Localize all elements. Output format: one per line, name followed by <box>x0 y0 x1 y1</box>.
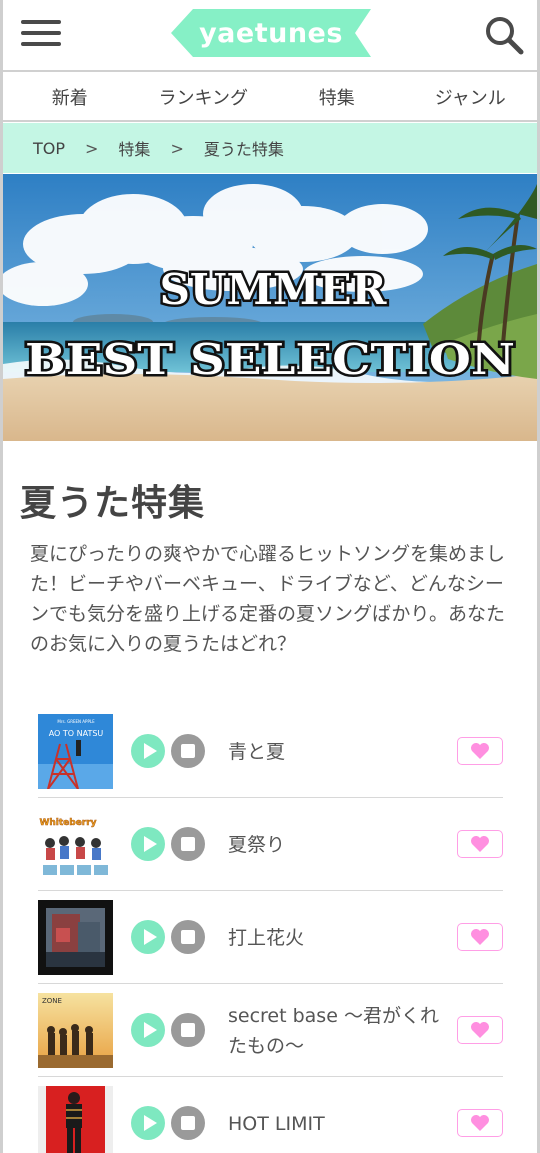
song-row: Whiteberry 夏祭り <box>38 798 503 891</box>
nav-item-feature[interactable]: 特集 <box>270 84 404 110</box>
category-nav: 新着 ランキング 特集 ジャンル <box>3 74 537 122</box>
breadcrumb-feature[interactable]: 特集 <box>118 136 150 160</box>
site-logo[interactable]: yaetunes <box>171 9 371 57</box>
hero-banner: SUMMER BEST SELECTION <box>3 174 537 441</box>
logo-text: yaetunes <box>199 17 343 49</box>
play-button[interactable] <box>131 827 165 861</box>
song-row: HOT LIMIT <box>38 1077 503 1153</box>
song-row: 打上花火 <box>38 891 503 984</box>
favorite-button[interactable] <box>457 737 503 765</box>
breadcrumb: TOP > 特集 > 夏うた特集 <box>3 123 537 173</box>
stop-button[interactable] <box>171 920 205 954</box>
site-header: yaetunes <box>3 0 537 72</box>
heart-icon <box>471 929 489 945</box>
album-jacket[interactable]: Whiteberry <box>38 807 113 882</box>
nav-item-ranking[interactable]: ランキング <box>137 84 271 110</box>
favorite-button[interactable] <box>457 1016 503 1044</box>
song-title[interactable]: 打上花火 <box>228 891 448 984</box>
favorite-button[interactable] <box>457 923 503 951</box>
page-title: 夏うた特集 <box>20 483 206 524</box>
album-jacket[interactable]: ZONE <box>38 993 113 1068</box>
song-title[interactable]: secret base ～君がくれたもの～ <box>228 984 448 1077</box>
hero-title-art: SUMMER BEST SELECTION <box>23 263 518 387</box>
breadcrumb-current: 夏うた特集 <box>203 140 284 159</box>
favorite-button[interactable] <box>457 830 503 858</box>
stop-button[interactable] <box>171 734 205 768</box>
song-row: ZONE secret base ～君がくれたもの～ <box>38 984 503 1077</box>
breadcrumb-separator: > <box>170 138 184 158</box>
stop-button[interactable] <box>171 827 205 861</box>
nav-item-genre[interactable]: ジャンル <box>404 84 538 110</box>
heart-icon <box>471 1022 489 1038</box>
jacket-text: ZONE <box>42 997 62 1005</box>
play-button[interactable] <box>131 1106 165 1140</box>
song-title[interactable]: 青と夏 <box>228 705 448 798</box>
breadcrumb-top[interactable]: TOP <box>33 139 65 158</box>
jacket-text: Whiteberry <box>39 818 96 828</box>
jacket-text: AO TO NATSU <box>49 729 104 738</box>
heart-icon <box>471 743 489 759</box>
hero-line-2: BEST SELECTION <box>25 335 515 384</box>
hamburger-menu-icon[interactable] <box>21 20 61 50</box>
play-button[interactable] <box>131 734 165 768</box>
heart-icon <box>471 836 489 852</box>
search-icon[interactable] <box>483 14 527 58</box>
page-description: 夏にぴったりの爽やかで心躍るヒットソングを集めました！ビーチやバーベキュー、ドラ… <box>30 543 506 655</box>
stop-button[interactable] <box>171 1013 205 1047</box>
play-button[interactable] <box>131 1013 165 1047</box>
album-jacket[interactable] <box>38 900 113 975</box>
hero-line-1: SUMMER <box>160 265 388 314</box>
album-jacket[interactable] <box>38 1086 113 1153</box>
breadcrumb-separator: > <box>85 138 99 158</box>
jacket-subtext: Mrs. GREEN APPLE <box>57 719 95 724</box>
nav-item-new[interactable]: 新着 <box>3 84 137 110</box>
song-title[interactable]: HOT LIMIT <box>228 1077 448 1153</box>
song-list: AO TO NATSU Mrs. GREEN APPLE 青と夏 Whitebe… <box>38 705 503 1153</box>
song-row: AO TO NATSU Mrs. GREEN APPLE 青と夏 <box>38 705 503 798</box>
heart-icon <box>471 1115 489 1131</box>
favorite-button[interactable] <box>457 1109 503 1137</box>
song-title[interactable]: 夏祭り <box>228 798 448 891</box>
play-button[interactable] <box>131 920 165 954</box>
stop-button[interactable] <box>171 1106 205 1140</box>
album-jacket[interactable]: AO TO NATSU Mrs. GREEN APPLE <box>38 714 113 789</box>
